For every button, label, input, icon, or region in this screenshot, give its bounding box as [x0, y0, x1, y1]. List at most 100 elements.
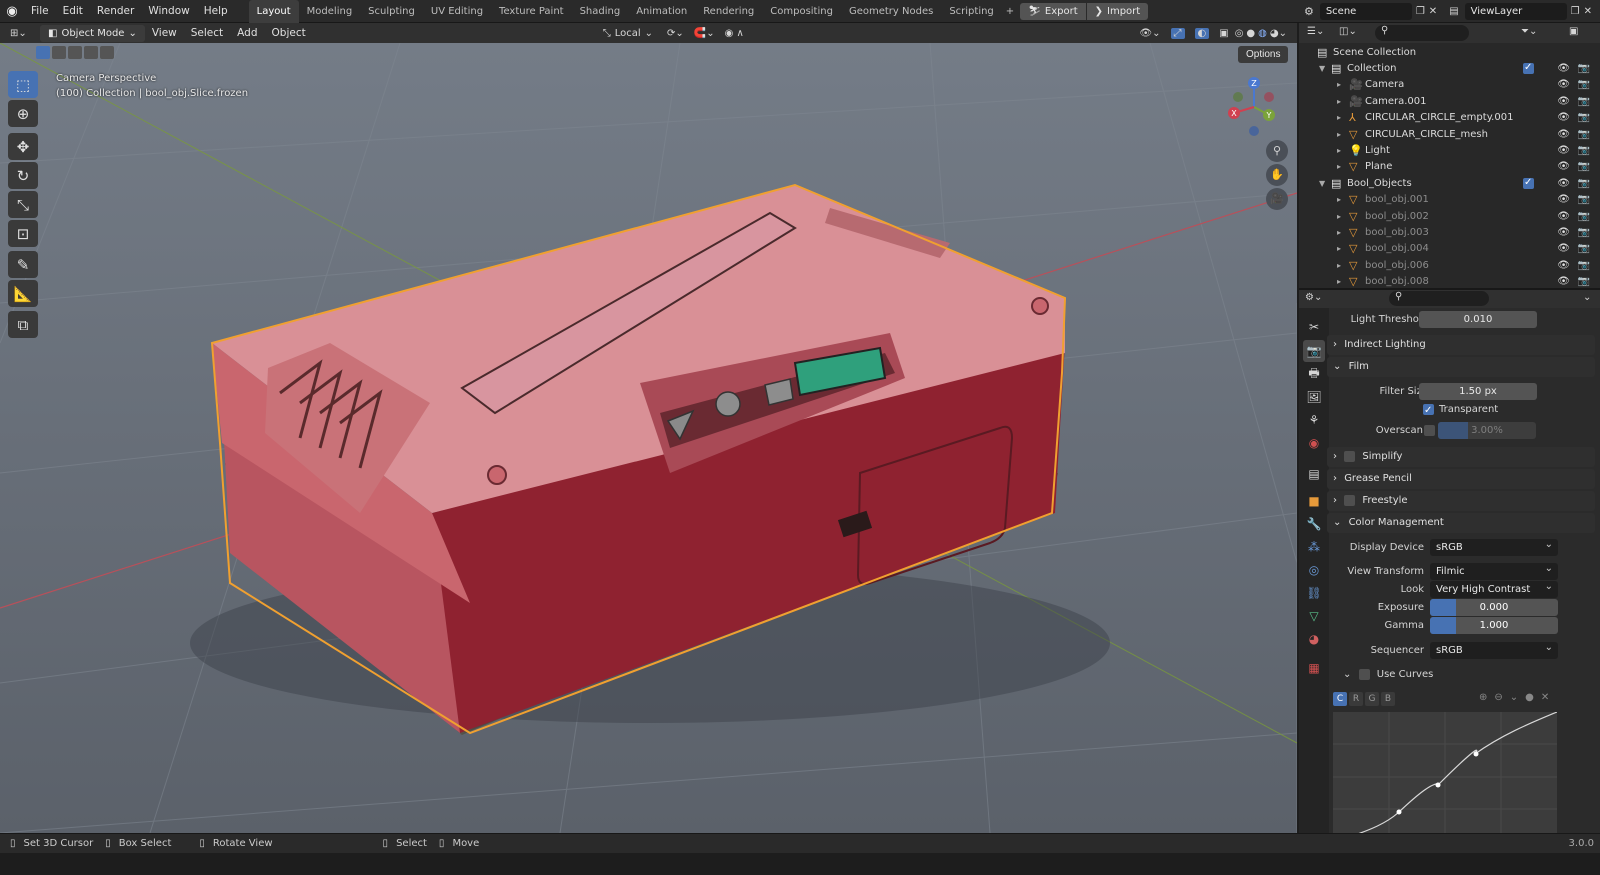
film-panel[interactable]: ⌄ Film [1327, 357, 1595, 377]
copy-scene-icon[interactable]: ❐ [1416, 6, 1425, 17]
tab-animation[interactable]: Animation [628, 0, 695, 23]
xray-icon[interactable]: ▣ [1219, 28, 1228, 39]
channel-r-button[interactable]: R [1349, 692, 1363, 706]
display-device-dropdown[interactable]: sRGB [1430, 536, 1558, 556]
transform-tool[interactable]: ⊡ [8, 220, 38, 247]
navigation-gizmo[interactable]: Z Y X [1224, 75, 1284, 145]
new-collection-icon[interactable]: ▣ [1569, 26, 1578, 37]
render-visibility-icon[interactable]: 📷 [1578, 258, 1590, 274]
outliner-object-row[interactable]: ▸ ▽ bool_obj.001 👁 📷 [1299, 192, 1600, 208]
outliner-object-row[interactable]: ▸ 💡 Light 👁 📷 [1299, 143, 1600, 159]
view-layer-tab-icon[interactable]: 🖼 [1303, 386, 1325, 408]
gizmo-toggle-icon[interactable]: ⤢ [1170, 27, 1185, 39]
mode-dropdown[interactable]: ◧ Object Mode ⌄ [40, 24, 145, 42]
render-tab-icon[interactable]: 📷 [1303, 340, 1325, 362]
collection-exclude-checkbox[interactable] [1523, 175, 1534, 191]
outliner-object-row[interactable]: ▸ ▽ CIRCULAR_CIRCLE_mesh 👁 📷 [1299, 127, 1600, 143]
eye-icon[interactable]: 👁 [1557, 77, 1570, 93]
render-visibility-icon[interactable]: 📷 [1578, 61, 1590, 77]
vp-menu-add[interactable]: Add [230, 22, 264, 45]
outliner-editor-icon[interactable]: ☰⌄ [1307, 26, 1324, 37]
tab-sculpting[interactable]: Sculpting [360, 0, 423, 23]
eye-icon[interactable]: 👁 [1557, 241, 1570, 257]
tab-geometry-nodes[interactable]: Geometry Nodes [841, 0, 941, 23]
cursor-tool[interactable]: ⊕ [8, 100, 38, 127]
collapse-arrow-icon[interactable]: ▸ [1337, 159, 1341, 175]
outliner-object-row[interactable]: ▸ ▽ Plane 👁 📷 [1299, 159, 1600, 175]
filter-icon[interactable]: ⏷⌄ [1521, 26, 1537, 37]
properties-options-icon[interactable]: ⌄ [1583, 292, 1591, 303]
tab-layout[interactable]: Layout [248, 0, 299, 23]
indirect-lighting-panel[interactable]: › Indirect Lighting [1327, 335, 1595, 355]
orientation-dropdown[interactable]: ⤡ Local ⌄ [603, 28, 653, 39]
render-visibility-icon[interactable]: 📷 [1578, 159, 1590, 175]
eye-icon[interactable]: 👁 [1557, 110, 1570, 126]
channel-g-button[interactable]: G [1365, 692, 1379, 706]
scene-icon[interactable]: ⚙ [1304, 5, 1314, 18]
outliner-object-row[interactable]: ▸ ▽ bool_obj.003 👁 📷 [1299, 225, 1600, 241]
object-tab-icon[interactable]: ■ [1303, 490, 1325, 512]
render-visibility-icon[interactable]: 📷 [1578, 241, 1590, 257]
shading-rendered-icon[interactable]: ◕⌄ [1270, 28, 1287, 39]
filter-size-field[interactable]: 1.50 px [1419, 383, 1537, 400]
export-button[interactable]: ⛷ Export [1020, 2, 1086, 20]
eye-icon[interactable]: 👁 [1557, 209, 1570, 225]
eye-icon[interactable]: 👁 [1557, 159, 1570, 175]
tab-scripting[interactable]: Scripting [941, 0, 1001, 23]
shading-solid-icon[interactable]: ● [1246, 28, 1255, 39]
outliner-object-row[interactable]: ▸ ▽ bool_obj.006 👁 📷 [1299, 258, 1600, 274]
use-curves-subpanel[interactable]: ⌄ Use Curves [1343, 666, 1595, 684]
use-curves-checkbox[interactable] [1358, 668, 1370, 680]
select-invert-icon[interactable] [84, 46, 98, 59]
outliner-search-input[interactable]: ⚲ [1375, 25, 1469, 41]
zoom-in-icon[interactable]: ⊕ [1479, 692, 1487, 703]
select-subtract-icon[interactable] [68, 46, 82, 59]
eye-icon[interactable]: 👁 [1557, 94, 1570, 110]
options-button[interactable]: Options [1238, 46, 1289, 63]
measure-tool[interactable]: 📐 [8, 280, 38, 307]
pan-hand-icon[interactable]: ✋ [1266, 164, 1288, 186]
properties-editor-icon[interactable]: ⚙⌄ [1305, 292, 1322, 303]
channel-c-button[interactable]: C [1333, 692, 1347, 706]
move-tool[interactable]: ✥ [8, 133, 38, 160]
menu-file[interactable]: File [24, 0, 56, 23]
collapse-arrow-icon[interactable]: ▸ [1337, 225, 1341, 241]
tab-rendering[interactable]: Rendering [695, 0, 762, 23]
collapse-arrow-icon[interactable]: ▸ [1337, 258, 1341, 274]
outliner-object-row[interactable]: ▸ 🎥 Camera.001 👁 📷 [1299, 94, 1600, 110]
delete-layer-icon[interactable]: ✕ [1584, 6, 1592, 17]
menu-window[interactable]: Window [141, 0, 196, 23]
curve-editor[interactable] [1333, 712, 1557, 833]
select-box-tool[interactable]: ⬚ [8, 71, 38, 98]
render-visibility-icon[interactable]: 📷 [1578, 143, 1590, 159]
scene-name-field[interactable]: Scene [1319, 2, 1412, 20]
zoom-icon[interactable]: ⚲ [1266, 140, 1288, 162]
collection-tab-icon[interactable]: ▤ [1303, 463, 1325, 485]
blender-logo-icon[interactable]: ◉ [0, 4, 24, 19]
collapse-arrow-icon[interactable]: ▸ [1337, 274, 1341, 288]
render-visibility-icon[interactable]: 📷 [1578, 192, 1590, 208]
expand-arrow-icon[interactable]: ▼ [1319, 176, 1325, 192]
tab-modeling[interactable]: Modeling [299, 0, 361, 23]
add-cube-tool[interactable]: ⧉ [8, 311, 38, 338]
simplify-panel[interactable]: › Simplify [1327, 447, 1595, 467]
menu-edit[interactable]: Edit [56, 0, 90, 23]
render-visibility-icon[interactable]: 📷 [1578, 110, 1590, 126]
curve-reset-icon[interactable]: ✕ [1541, 692, 1549, 703]
modifier-tab-icon[interactable]: 🔧 [1303, 513, 1325, 535]
tab-shading[interactable]: Shading [572, 0, 629, 23]
select-new-icon[interactable] [36, 46, 50, 59]
tab-uv-editing[interactable]: UV Editing [423, 0, 491, 23]
light-threshold-field[interactable]: 0.010 [1419, 311, 1537, 328]
simplify-checkbox[interactable] [1344, 450, 1356, 462]
curve-handle-icon[interactable]: ● [1525, 692, 1534, 703]
import-button[interactable]: ❯ Import [1086, 2, 1149, 20]
vp-menu-object[interactable]: Object [265, 22, 313, 45]
render-visibility-icon[interactable]: 📷 [1578, 94, 1590, 110]
collapse-arrow-icon[interactable]: ▸ [1337, 241, 1341, 257]
view-transform-dropdown[interactable]: Filmic [1430, 560, 1558, 580]
render-visibility-icon[interactable]: 📷 [1578, 274, 1590, 288]
select-intersect-icon[interactable] [100, 46, 114, 59]
copy-layer-icon[interactable]: ❐ [1571, 6, 1580, 17]
world-tab-icon[interactable]: ◉ [1303, 432, 1325, 454]
